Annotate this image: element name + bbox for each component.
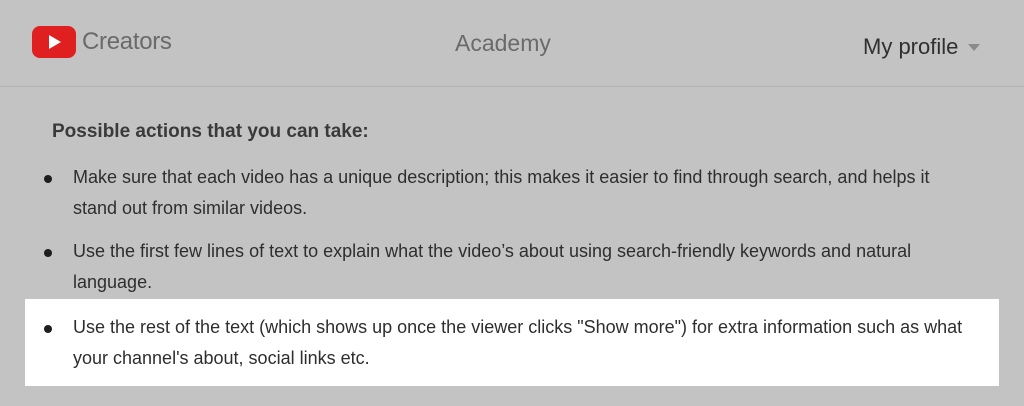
creators-logo[interactable]: Creators bbox=[32, 26, 172, 58]
profile-label: My profile bbox=[863, 34, 959, 59]
list-item: Use the first few lines of text to expla… bbox=[44, 236, 974, 298]
my-profile-menu[interactable]: My profile bbox=[863, 34, 981, 60]
brand-label: Creators bbox=[82, 28, 172, 55]
section-heading: Possible actions that you can take: bbox=[52, 121, 369, 142]
nav-academy-link[interactable]: Academy bbox=[455, 30, 551, 57]
bullet-icon bbox=[44, 325, 52, 333]
bullet-icon bbox=[44, 175, 52, 183]
list-item-text: Make sure that each video has a unique d… bbox=[73, 167, 930, 218]
chevron-down-icon bbox=[968, 43, 981, 51]
article-body: Possible actions that you can take: Make… bbox=[0, 87, 1024, 406]
top-navigation-bar: Creators Academy My profile bbox=[0, 0, 1024, 87]
youtube-play-icon bbox=[32, 26, 76, 58]
list-item-text: Use the first few lines of text to expla… bbox=[73, 241, 912, 292]
list-item: Make sure that each video has a unique d… bbox=[44, 162, 974, 224]
bullet-icon bbox=[44, 249, 52, 257]
list-item: Use the rest of the text (which shows up… bbox=[44, 312, 974, 374]
list-item-text: Use the rest of the text (which shows up… bbox=[73, 317, 963, 368]
